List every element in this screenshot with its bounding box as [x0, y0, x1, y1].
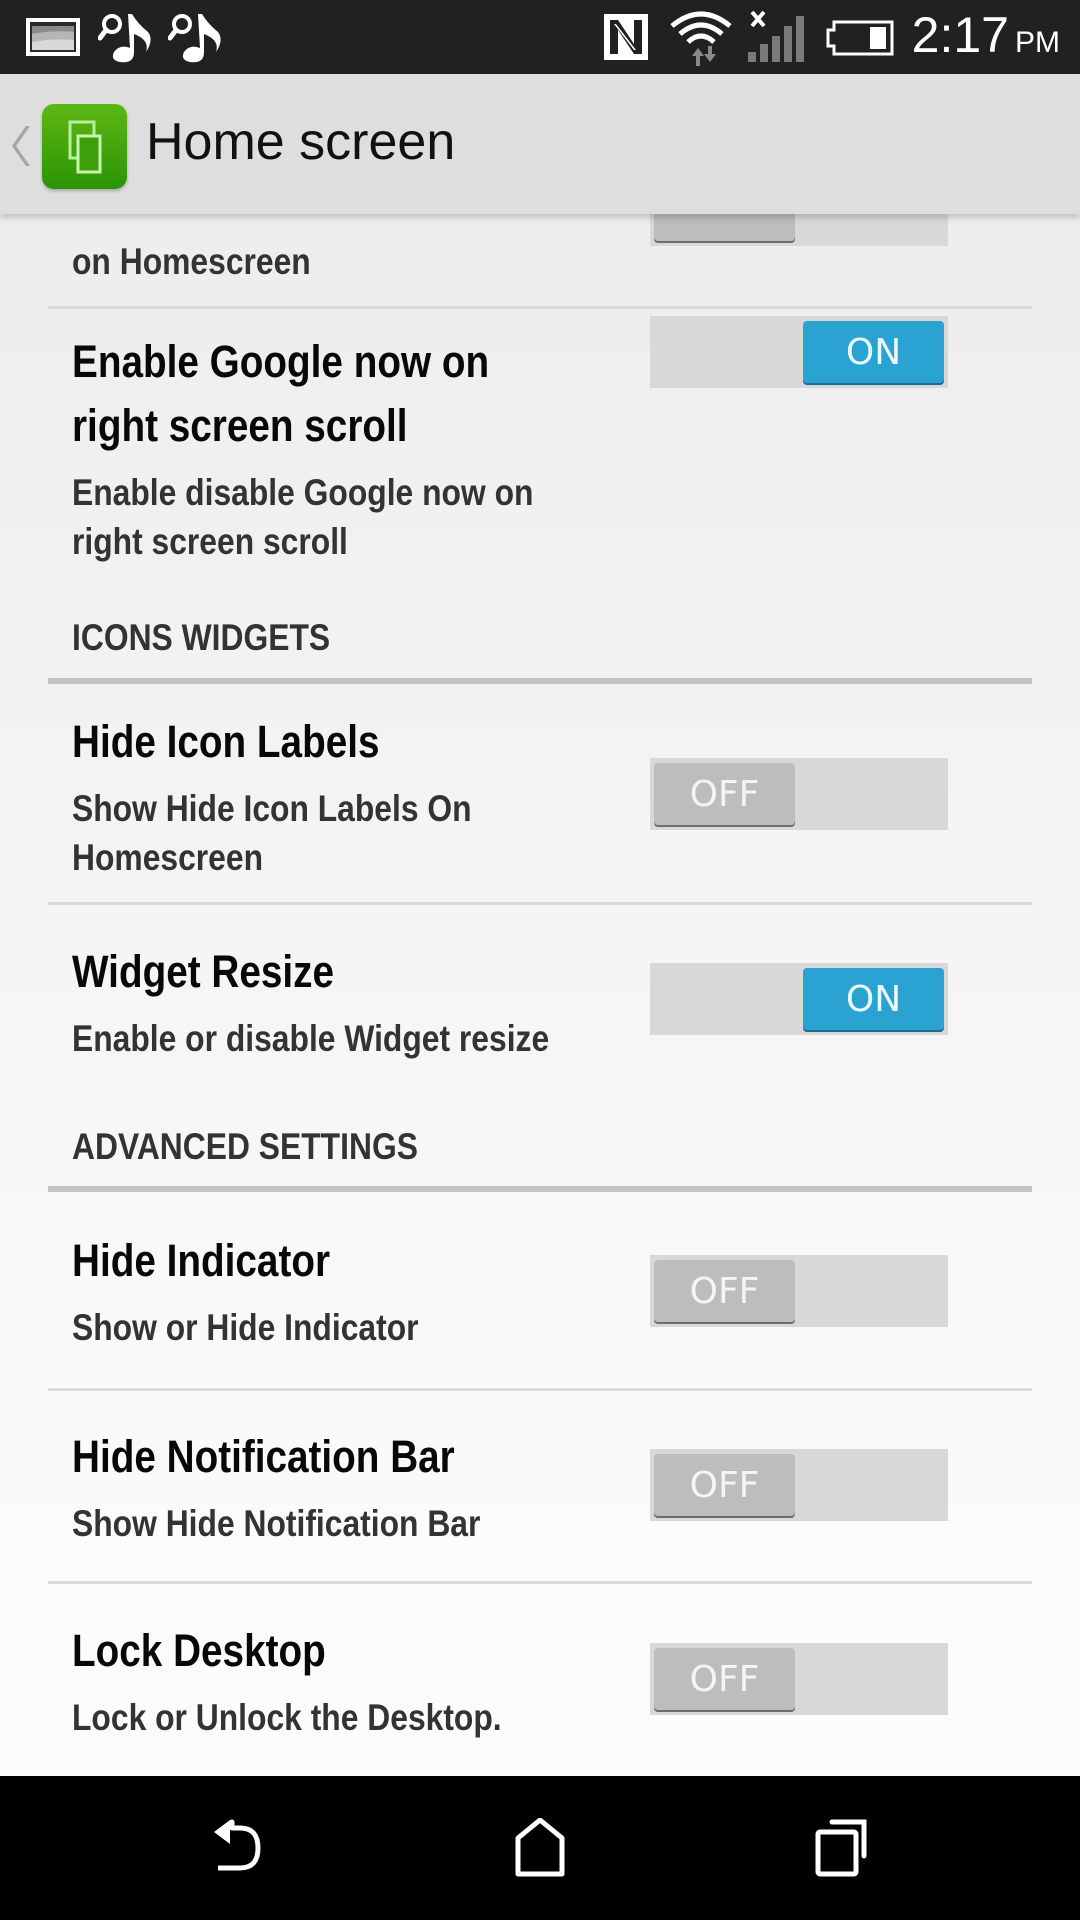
status-bar: 2:17 PM	[0, 0, 1080, 74]
setting-subtitle: Enable or disable Widget resize	[72, 1018, 550, 1059]
setting-subtitle: Show Hide Icon Labels On	[72, 788, 472, 829]
setting-title: Hide Notification Bar	[72, 1431, 455, 1482]
clock-time: 2:17	[911, 7, 1009, 63]
section-header-advanced-settings: ADVANCED SETTINGS	[72, 1126, 418, 1167]
toggle-knob: OFF	[654, 1260, 795, 1322]
battery-icon	[824, 18, 896, 63]
music-search-notification-icon	[97, 10, 156, 69]
action-bar: Home screen	[0, 74, 1080, 214]
setting-title: Hide Indicator	[72, 1235, 331, 1286]
setting-title: Enable Google now on	[72, 336, 490, 387]
wifi-icon	[668, 6, 734, 73]
clock: 2:17 PM	[912, 6, 1060, 64]
toggle-knob: ON	[803, 968, 944, 1030]
home-icon	[510, 1817, 570, 1882]
page-title: Home screen	[146, 113, 456, 171]
lock-desktop-toggle[interactable]: OFF	[650, 1643, 948, 1715]
back-icon	[210, 1819, 270, 1882]
toggle-knob: ON	[803, 321, 944, 383]
toggle-knob: OFF	[654, 1648, 795, 1710]
toggle-knob	[654, 214, 795, 241]
setting-row-infinite-scroll[interactable]: Enable disable infinite Scroll on Homesc…	[0, 214, 1080, 306]
google-now-toggle[interactable]: ON	[650, 316, 948, 388]
toggle-knob: OFF	[654, 1454, 795, 1516]
setting-subtitle: right screen scroll	[72, 521, 348, 562]
setting-subtitle: on Homescreen	[72, 241, 311, 282]
infinite-scroll-toggle[interactable]	[650, 214, 948, 246]
setting-title: Lock Desktop	[72, 1625, 326, 1676]
hide-notification-bar-toggle[interactable]: OFF	[650, 1449, 948, 1521]
chevron-left-icon[interactable]	[10, 124, 34, 168]
hide-indicator-toggle[interactable]: OFF	[650, 1255, 948, 1327]
navigation-bar	[0, 1776, 1080, 1920]
hide-icon-labels-toggle[interactable]: OFF	[650, 758, 948, 830]
settings-list: Enable disable infinite Scroll on Homesc…	[0, 214, 1080, 1776]
setting-title: right screen scroll	[72, 400, 408, 451]
nfc-icon	[604, 14, 648, 65]
back-button[interactable]	[210, 1818, 270, 1878]
recent-apps-button[interactable]	[812, 1818, 872, 1878]
toggle-knob: OFF	[654, 763, 795, 825]
setting-subtitle: Enable disable Google now on	[72, 472, 534, 513]
widget-resize-toggle[interactable]: ON	[650, 963, 948, 1035]
setting-subtitle: Homescreen	[72, 837, 264, 878]
setting-title: Hide Icon Labels	[72, 716, 380, 767]
home-button[interactable]	[510, 1817, 570, 1878]
music-search-notification-icon	[167, 10, 226, 69]
setting-subtitle: Enable disable infinite Scroll	[72, 214, 505, 223]
home-screen-app-icon[interactable]	[42, 104, 127, 189]
recent-apps-icon	[812, 1819, 872, 1882]
setting-subtitle: Lock or Unlock the Desktop.	[72, 1697, 502, 1738]
setting-subtitle: Show or Hide Indicator	[72, 1307, 419, 1348]
setting-row-google-now[interactable]: Enable Google now on right screen scroll…	[0, 309, 1080, 609]
setting-title: Widget Resize	[72, 946, 335, 997]
clock-ampm: PM	[1015, 26, 1060, 59]
setting-subtitle: Show Hide Notification Bar	[72, 1503, 481, 1544]
gallery-notification-icon	[24, 16, 82, 63]
signal-no-service-icon	[744, 10, 808, 69]
section-header-icons-widgets: ICONS WIDGETS	[72, 617, 331, 658]
